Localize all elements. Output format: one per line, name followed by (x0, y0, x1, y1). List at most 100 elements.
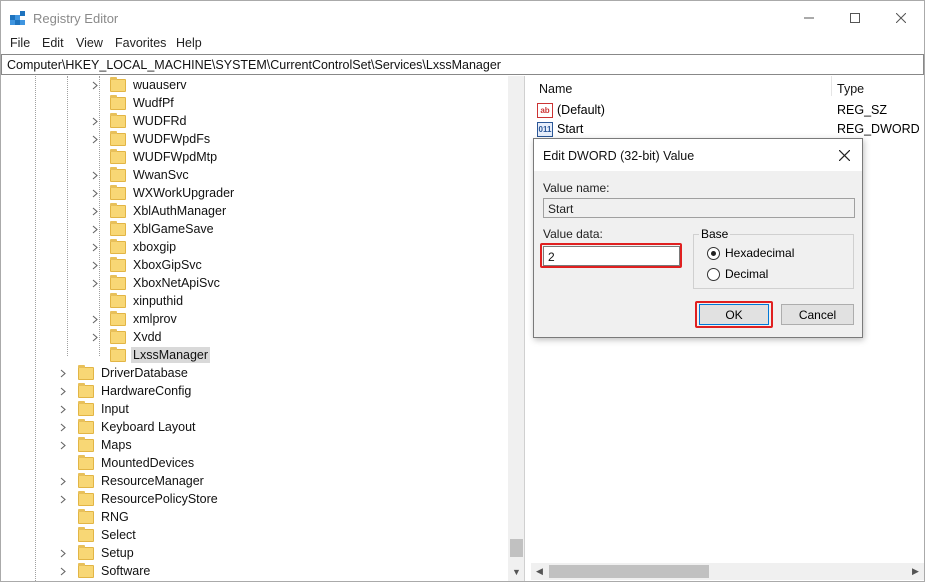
expand-chevron-icon[interactable] (90, 184, 100, 202)
tree-item[interactable]: WudfPf (90, 94, 176, 112)
tree-item[interactable]: DriverDatabase (58, 364, 190, 382)
expand-chevron-icon[interactable] (58, 472, 68, 490)
menu-edit[interactable]: Edit (42, 36, 64, 50)
folder-icon (110, 256, 126, 272)
tree-item[interactable]: MountedDevices (58, 454, 196, 472)
list-row-default[interactable]: ab (Default) REG_SZ (537, 101, 917, 119)
tree-item[interactable]: XboxGipSvc (90, 256, 204, 274)
scrollbar-thumb[interactable] (510, 539, 523, 557)
tree-item-label: Software (101, 564, 151, 578)
tree-item[interactable]: RNG (58, 508, 131, 526)
scroll-down-arrow-icon[interactable]: ▼ (508, 563, 524, 580)
expand-chevron-icon[interactable] (90, 274, 100, 292)
tree-item[interactable]: Xvdd (90, 328, 164, 346)
expand-chevron-icon[interactable] (58, 364, 68, 382)
tree-item[interactable]: xmlprov (90, 310, 179, 328)
tree-item[interactable]: HardwareConfig (58, 382, 193, 400)
folder-icon (110, 166, 126, 182)
expand-chevron-icon[interactable] (90, 130, 100, 148)
folder-icon (78, 544, 94, 560)
dialog-close-button[interactable] (830, 143, 858, 167)
column-header-name[interactable]: Name (539, 82, 572, 96)
tree-item[interactable]: WwanSvc (90, 166, 191, 184)
menu-favorites[interactable]: Favorites (115, 36, 166, 50)
tree-item-label: Keyboard Layout (101, 420, 196, 434)
radio-decimal[interactable]: Decimal (707, 267, 768, 281)
expand-chevron-icon[interactable] (90, 220, 100, 238)
tree-item[interactable]: WUDFWpdFs (90, 130, 212, 148)
minimize-button[interactable] (786, 1, 832, 35)
folder-icon (110, 292, 126, 308)
expand-chevron-icon[interactable] (58, 436, 68, 454)
value-type: REG_SZ (837, 103, 888, 117)
cancel-button[interactable]: Cancel (781, 304, 854, 325)
tree-item[interactable]: WXWorkUpgrader (90, 184, 236, 202)
column-header-type[interactable]: Type (837, 82, 864, 96)
expand-chevron-icon[interactable] (90, 202, 100, 220)
expand-chevron-icon[interactable] (58, 562, 68, 580)
tree-item[interactable]: ResourceManager (58, 472, 206, 490)
title-bar: Registry Editor (1, 1, 924, 35)
menu-help[interactable]: Help (176, 36, 202, 50)
maximize-button[interactable] (832, 1, 878, 35)
menu-view[interactable]: View (76, 36, 103, 50)
tree-item[interactable]: Select (58, 526, 138, 544)
base-group-title: Base (699, 227, 731, 241)
tree-item[interactable]: ResourcePolicyStore (58, 490, 220, 508)
tree-item-label: xmlprov (133, 312, 177, 326)
expand-chevron-icon[interactable] (58, 544, 68, 562)
menu-file[interactable]: File (10, 36, 30, 50)
folder-icon (110, 76, 126, 92)
folder-icon (78, 526, 94, 542)
tree-item[interactable]: XblGameSave (90, 220, 216, 238)
folder-icon (110, 238, 126, 254)
tree-item[interactable]: WUDFWpdMtp (90, 148, 219, 166)
tree-item-label: Xvdd (133, 330, 162, 344)
tree-item[interactable]: Setup (58, 544, 136, 562)
folder-icon (78, 490, 94, 506)
tree-item[interactable]: Input (58, 400, 131, 418)
radio-decimal-label: Decimal (725, 267, 769, 281)
tree-item-label: WUDFWpdMtp (133, 150, 218, 164)
tree-item[interactable]: XblAuthManager (90, 202, 228, 220)
expand-chevron-icon[interactable] (58, 418, 68, 436)
values-horizontal-scrollbar[interactable]: ◀ ▶ (531, 563, 924, 580)
tree-item-label: ResourceManager (101, 474, 204, 488)
menu-bar: File Edit View Favorites Help (1, 35, 924, 53)
tree-item[interactable]: xinputhid (90, 292, 185, 310)
tree-item-label: XboxGipSvc (133, 258, 202, 272)
key-tree-pane[interactable]: wuauserv WudfPf WUDFRd WUDFWpdFs WUDFWpdMtp W… (1, 76, 525, 581)
expand-chevron-icon[interactable] (58, 490, 68, 508)
list-row-start[interactable]: 011 Start REG_DWORD (537, 120, 920, 138)
tree-item[interactable]: Software (58, 562, 152, 580)
tree-guide-line (35, 76, 36, 581)
tree-item[interactable]: wuauserv (90, 76, 189, 94)
expand-chevron-icon[interactable] (90, 112, 100, 130)
tree-item[interactable]: LxssManager (90, 346, 211, 364)
tree-item[interactable]: xboxgip (90, 238, 178, 256)
close-button[interactable] (878, 1, 924, 35)
tree-vertical-scrollbar[interactable]: ▼ (508, 76, 524, 581)
expand-chevron-icon[interactable] (90, 310, 100, 328)
tree-item[interactable]: WUDFRd (90, 112, 188, 130)
expand-chevron-icon[interactable] (58, 400, 68, 418)
radio-hexadecimal[interactable]: Hexadecimal (707, 246, 794, 260)
tree-item-label: xboxgip (133, 240, 177, 254)
scrollbar-thumb[interactable] (549, 565, 709, 578)
expand-chevron-icon[interactable] (90, 166, 100, 184)
tree-item[interactable]: Keyboard Layout (58, 418, 198, 436)
expand-chevron-icon[interactable] (90, 328, 100, 346)
expand-chevron-icon[interactable] (90, 256, 100, 274)
expand-chevron-icon[interactable] (90, 76, 100, 94)
dialog-title: Edit DWORD (32-bit) Value (543, 149, 695, 163)
tree-item[interactable]: XboxNetApiSvc (90, 274, 222, 292)
scroll-right-arrow-icon[interactable]: ▶ (907, 563, 924, 580)
address-bar[interactable]: Computer\HKEY_LOCAL_MACHINE\SYSTEM\Curre… (1, 54, 924, 75)
expand-chevron-icon[interactable] (58, 382, 68, 400)
scroll-left-arrow-icon[interactable]: ◀ (531, 563, 548, 580)
expand-chevron-icon[interactable] (90, 238, 100, 256)
column-separator[interactable] (831, 76, 832, 96)
tree-item[interactable]: Maps (58, 436, 134, 454)
value-name-field: Start (543, 198, 855, 218)
